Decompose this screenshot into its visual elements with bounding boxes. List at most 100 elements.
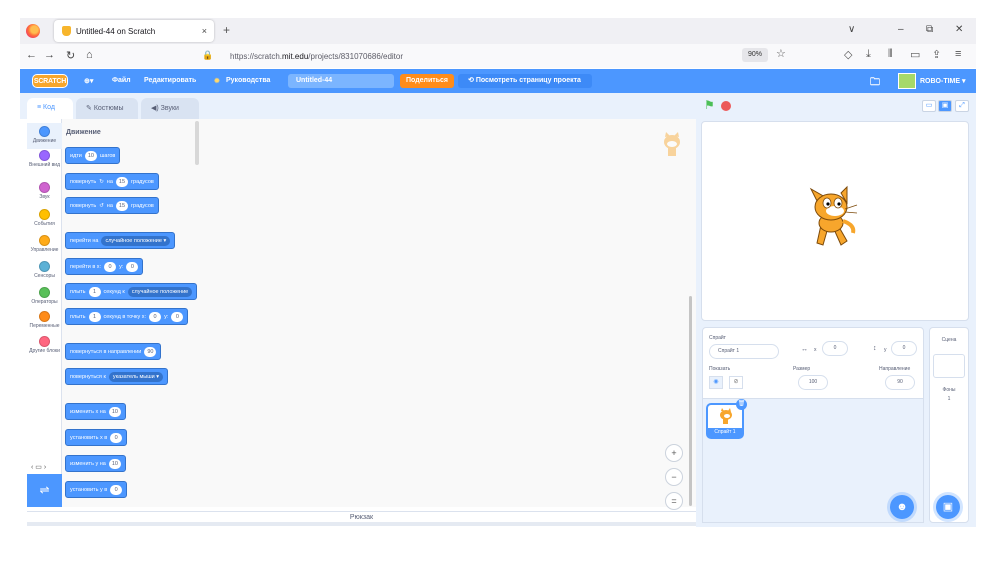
project-title-input[interactable]: Untitled-44 — [288, 74, 394, 88]
restore-button[interactable]: ⧉ — [926, 24, 933, 35]
downloads-icon[interactable]: ⤓ — [866, 48, 871, 61]
tutorials-bulb-icon[interactable]: ✹ — [214, 77, 220, 85]
zoom-in-button[interactable]: + — [665, 444, 683, 462]
sidebar-icon[interactable]: ▭ — [910, 48, 920, 61]
see-project-page-button[interactable]: ⟲ Посмотреть страницу проекта — [458, 74, 592, 88]
block-change-y[interactable]: изменить у на 10 — [65, 455, 126, 472]
category-my-blocks[interactable]: Другие блоки — [27, 336, 62, 354]
block-move-steps[interactable]: идти 10 шагов — [65, 147, 121, 164]
pocket-icon[interactable]: ◇ — [844, 48, 852, 61]
block-set-y[interactable]: установить у в0 — [65, 481, 128, 498]
forward-arrow-icon[interactable]: → — [44, 49, 55, 61]
scratch-logo[interactable]: SCRATCH — [32, 74, 68, 88]
tab-code[interactable]: ≡ Код — [27, 98, 73, 119]
menu-icon[interactable]: ≡ — [955, 48, 961, 60]
block-change-x[interactable]: изменить х на 10 — [65, 403, 126, 420]
tutorials-menu[interactable]: Руководства — [226, 77, 270, 84]
firefox-logo-icon[interactable] — [26, 24, 40, 38]
block-input[interactable]: 0 — [104, 261, 117, 272]
cat-sprite-image[interactable] — [803, 185, 861, 251]
sprite-direction-input[interactable]: 90 — [885, 375, 915, 390]
normal-stage-icon[interactable]: ▣ — [938, 100, 952, 112]
stop-icon[interactable] — [721, 101, 731, 111]
sprite-size-input[interactable]: 100 — [798, 375, 828, 390]
language-globe-icon[interactable]: ⊕▾ — [84, 77, 93, 85]
zoom-level-badge[interactable]: 90% — [742, 48, 768, 62]
green-flag-icon[interactable]: ⚑ — [704, 99, 716, 111]
url-text[interactable]: https://scratch.mit.edu/projects/8310706… — [230, 52, 403, 61]
block-input[interactable]: 15 — [115, 176, 129, 187]
reload-icon[interactable]: ↻ — [66, 49, 75, 62]
lock-icon[interactable]: 🔒 — [202, 50, 213, 61]
block-glide-to[interactable]: плыть 1 секунд к случайное положение — [65, 283, 198, 300]
show-sprite-eye-icon[interactable]: ◉ — [709, 376, 723, 389]
block-goto-xy[interactable]: перейти в x: 0 y: 0 — [65, 258, 144, 275]
block-point-towards[interactable]: повернуться к указатель мыши ▾ — [65, 368, 169, 385]
share-button[interactable]: Поделиться — [400, 74, 454, 88]
category-variables[interactable]: Переменные — [27, 311, 62, 329]
stage-target-panel[interactable]: Сцена Фоны 1 — [929, 327, 969, 523]
sprite-card[interactable]: Спрайт 1 🗑 — [706, 399, 747, 439]
file-menu[interactable]: Файл — [112, 77, 131, 84]
add-extension-button[interactable]: ⇌ — [27, 474, 62, 507]
block-input[interactable]: 0 — [110, 484, 123, 495]
tab-close-icon[interactable]: × — [202, 26, 207, 36]
avatar[interactable] — [898, 73, 916, 89]
add-sprite-button[interactable]: ☻ — [890, 495, 914, 519]
bookmark-star-icon[interactable]: ☆ — [776, 47, 786, 60]
code-workspace[interactable] — [202, 119, 696, 507]
delete-sprite-trash-icon[interactable]: 🗑 — [736, 399, 747, 410]
category-motion[interactable]: Движение — [27, 123, 62, 149]
block-dropdown[interactable]: указатель мыши ▾ — [108, 371, 164, 382]
block-input[interactable]: 15 — [115, 200, 129, 211]
block-input[interactable]: 1 — [88, 311, 101, 322]
library-icon[interactable]: ⫴ — [888, 48, 893, 61]
block-dropdown[interactable]: случайное положение ▾ — [101, 235, 171, 246]
block-glide-xy[interactable]: плыть 1 секунд в точку x: 0 y: 0 — [65, 308, 189, 325]
new-tab-button[interactable]: + — [223, 23, 230, 37]
category-sound[interactable]: Звук — [27, 182, 62, 200]
block-input[interactable]: 90 — [144, 346, 157, 357]
category-operators[interactable]: Операторы — [27, 287, 62, 305]
tab-sounds[interactable]: ◀) Звуки — [141, 98, 199, 119]
add-backdrop-button[interactable]: ▣ — [936, 495, 960, 519]
back-arrow-icon[interactable]: ← — [26, 49, 37, 61]
category-scroll-arrows[interactable]: ‹ ▭ › — [31, 463, 46, 471]
block-goto[interactable]: перейти на случайное положение ▾ — [65, 232, 176, 249]
share-icon[interactable]: ⇪ — [932, 48, 941, 61]
username-menu[interactable]: ROBO-TIME ▾ — [920, 77, 966, 85]
small-stage-icon[interactable]: ▭ — [922, 100, 936, 112]
sprite-y-input[interactable]: 0 — [891, 341, 917, 356]
my-stuff-folder-icon[interactable]: 🗀 — [870, 75, 880, 92]
hide-sprite-eye-icon[interactable]: ⊘ — [729, 376, 743, 389]
block-turn-left[interactable]: повернуть ↺ на 15 градусов — [65, 197, 159, 214]
block-input[interactable]: 0 — [171, 311, 184, 322]
sprite-x-input[interactable]: 0 — [822, 341, 848, 356]
block-input[interactable]: 1 — [88, 286, 101, 297]
block-input[interactable]: 10 — [84, 150, 97, 161]
tab-list-dropdown-icon[interactable]: ∨ — [848, 24, 855, 35]
sprite-name-input[interactable]: Спрайт 1 — [709, 344, 779, 359]
block-input[interactable]: 0 — [110, 432, 123, 443]
block-turn-right[interactable]: повернуть ↻ на 15 градусов — [65, 173, 159, 190]
stage-thumbnail[interactable] — [933, 354, 965, 378]
home-icon[interactable]: ⌂ — [86, 49, 93, 61]
minimize-button[interactable]: – — [898, 24, 904, 35]
category-sensing[interactable]: Сенсоры — [27, 261, 62, 279]
edit-menu[interactable]: Редактировать — [144, 77, 196, 84]
palette-scrollbar[interactable] — [195, 121, 199, 165]
block-input[interactable]: 0 — [149, 311, 162, 322]
fullscreen-icon[interactable]: ⤢ — [955, 100, 969, 112]
workspace-scrollbar[interactable] — [689, 296, 692, 506]
block-input[interactable]: 10 — [108, 458, 121, 469]
block-dropdown[interactable]: случайное положение — [127, 286, 193, 297]
category-control[interactable]: Управление — [27, 235, 62, 253]
backpack-bar[interactable]: Рюкзак — [27, 511, 696, 522]
close-window-button[interactable]: ✕ — [955, 24, 963, 35]
tab-costumes[interactable]: ✎ Костюмы — [76, 98, 138, 119]
block-set-x[interactable]: установить х в0 — [65, 429, 128, 446]
category-looks[interactable]: Внешний вид — [27, 150, 62, 168]
url-bar[interactable]: 🔒 https://scratch.mit.edu/projects/83107… — [192, 47, 814, 65]
browser-tab[interactable]: Untitled-44 on Scratch × — [54, 20, 214, 42]
category-events[interactable]: События — [27, 209, 62, 227]
